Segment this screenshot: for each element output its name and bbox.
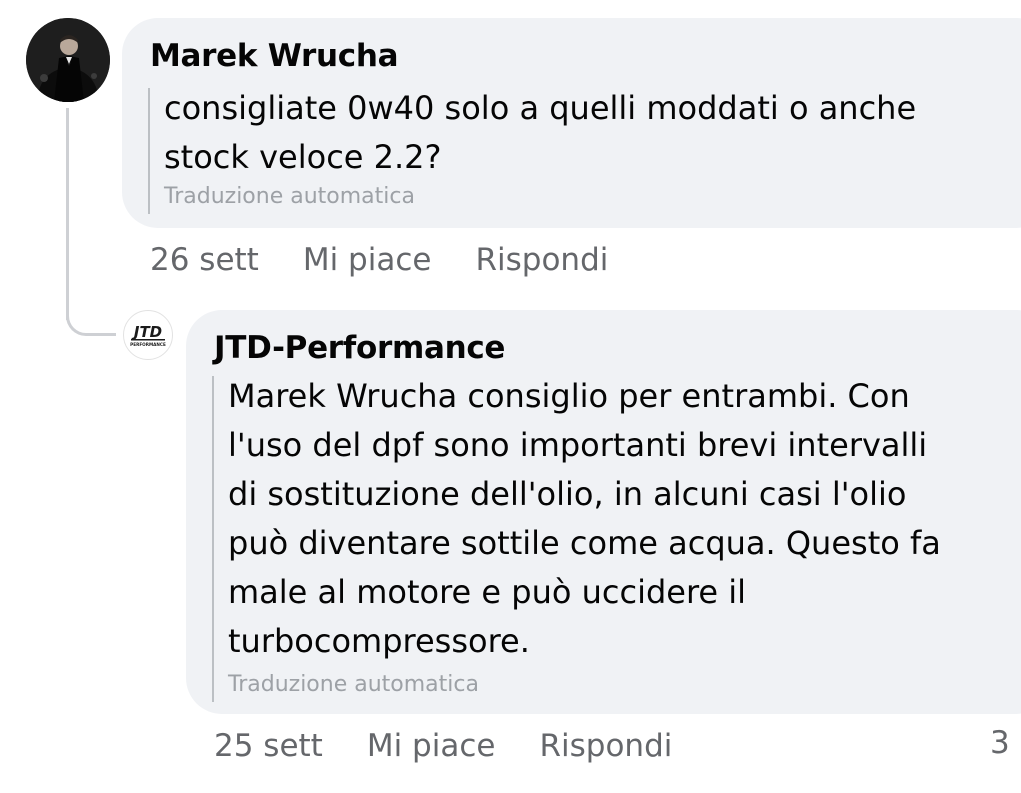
reply-button[interactable]: Rispondi: [475, 242, 608, 278]
like-button[interactable]: Mi piace: [367, 728, 496, 764]
comment-timestamp[interactable]: 26 sett: [150, 242, 259, 278]
thread-connector-curve: [66, 300, 116, 336]
jtd-logo-icon: JTD PERFORMANCE: [130, 323, 166, 347]
person-photo-icon: [26, 18, 110, 102]
logo-text: JTD: [131, 323, 162, 341]
reply-button[interactable]: Rispondi: [539, 728, 672, 764]
comment-actions: 26 sett Mi piace Rispondi: [150, 242, 652, 278]
comment-bubble: JTD-Performance Marek Wrucha consiglio p…: [186, 310, 1021, 714]
comment-bubble: Marek Wrucha consigliate 0w40 solo a que…: [122, 18, 1021, 228]
reaction-count[interactable]: 3: [990, 725, 1010, 761]
comment-text-line: stock veloce 2.2?: [164, 138, 442, 176]
comment-text: Marek Wrucha consiglio per entrambi. Con…: [228, 372, 941, 666]
translation-note[interactable]: Traduzione automatica: [228, 672, 479, 697]
translated-text-bar: [148, 88, 150, 214]
comment-text-line: può diventare sottile come acqua. Questo…: [228, 524, 941, 562]
avatar[interactable]: JTD PERFORMANCE: [123, 310, 173, 360]
comment-author[interactable]: Marek Wrucha: [150, 38, 399, 74]
thread-connector-line: [66, 108, 69, 320]
comment-text-line: consigliate 0w40 solo a quelli moddati o…: [164, 89, 917, 127]
comment-thread: Marek Wrucha consigliate 0w40 solo a que…: [0, 0, 1021, 793]
comment-text-line: di sostituzione dell'olio, in alcuni cas…: [228, 475, 907, 513]
comment-text-line: l'uso del dpf sono importanti brevi inte…: [228, 426, 928, 464]
logo-subtext: PERFORMANCE: [130, 342, 166, 347]
comment-timestamp[interactable]: 25 sett: [214, 728, 323, 764]
translation-note[interactable]: Traduzione automatica: [164, 184, 415, 209]
comment-text-line: turbocompressore.: [228, 622, 530, 660]
translated-text-bar: [212, 376, 214, 702]
like-button[interactable]: Mi piace: [303, 242, 432, 278]
comment-text-line: male al motore e può uccidere il: [228, 573, 747, 611]
comment-text-line: Marek Wrucha consiglio per entrambi. Con: [228, 377, 910, 415]
avatar[interactable]: [26, 18, 110, 102]
comment-actions: 25 sett Mi piace Rispondi: [214, 728, 716, 764]
comment-author[interactable]: JTD-Performance: [214, 330, 505, 366]
comment-text: consigliate 0w40 solo a quelli moddati o…: [164, 84, 916, 182]
